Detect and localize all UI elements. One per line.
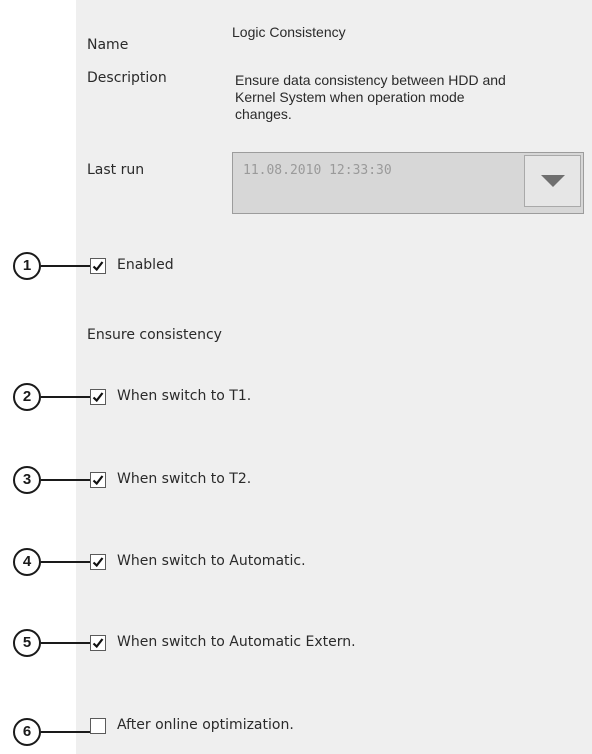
t2-label: When switch to T2. xyxy=(117,471,252,487)
dropdown-button[interactable] xyxy=(524,155,581,207)
callout-leader-line xyxy=(41,479,90,481)
automatic-checkbox[interactable] xyxy=(90,554,106,570)
last-run-value: 11.08.2010 12:33:30 xyxy=(243,163,392,178)
check-icon xyxy=(92,557,104,568)
name-value: Logic Consistency xyxy=(232,24,346,40)
check-icon xyxy=(92,392,104,403)
check-icon xyxy=(92,261,104,272)
check-icon xyxy=(92,638,104,649)
automatic-extern-label: When switch to Automatic Extern. xyxy=(117,634,356,650)
chevron-down-icon xyxy=(541,175,565,187)
callout-number: 3 xyxy=(13,466,41,494)
enabled-checkbox[interactable] xyxy=(90,258,106,274)
callout-leader-line xyxy=(41,731,90,733)
check-icon xyxy=(92,475,104,486)
callout-leader-line xyxy=(41,265,90,267)
t1-label: When switch to T1. xyxy=(117,388,252,404)
callout-number: 6 xyxy=(13,718,41,746)
callout-number: 2 xyxy=(13,383,41,411)
callout-2: 2 xyxy=(13,383,92,411)
callout-4: 4 xyxy=(13,548,92,576)
description-value: Ensure data consistency between HDD and … xyxy=(235,72,506,122)
automatic-label: When switch to Automatic. xyxy=(117,553,306,569)
last-run-dropdown[interactable]: 11.08.2010 12:33:30 xyxy=(232,152,584,214)
name-label: Name xyxy=(87,37,129,53)
description-label: Description xyxy=(87,70,167,86)
callout-number: 1 xyxy=(13,252,41,280)
callout-3: 3 xyxy=(13,466,92,494)
t2-checkbox[interactable] xyxy=(90,472,106,488)
properties-dialog: Name Logic Consistency Description Ensur… xyxy=(0,0,592,754)
callout-leader-line xyxy=(41,561,90,563)
callout-number: 4 xyxy=(13,548,41,576)
enabled-label: Enabled xyxy=(117,257,174,273)
online-optimization-checkbox[interactable] xyxy=(90,718,106,734)
online-optimization-label: After online optimization. xyxy=(117,717,294,733)
t1-checkbox[interactable] xyxy=(90,389,106,405)
section-heading: Ensure consistency xyxy=(87,327,222,343)
callout-number: 5 xyxy=(13,629,41,657)
last-run-label: Last run xyxy=(87,162,145,178)
callout-leader-line xyxy=(41,396,90,398)
callout-6: 6 xyxy=(13,718,92,746)
callout-5: 5 xyxy=(13,629,92,657)
automatic-extern-checkbox[interactable] xyxy=(90,635,106,651)
callout-leader-line xyxy=(41,642,90,644)
callout-1: 1 xyxy=(13,252,92,280)
